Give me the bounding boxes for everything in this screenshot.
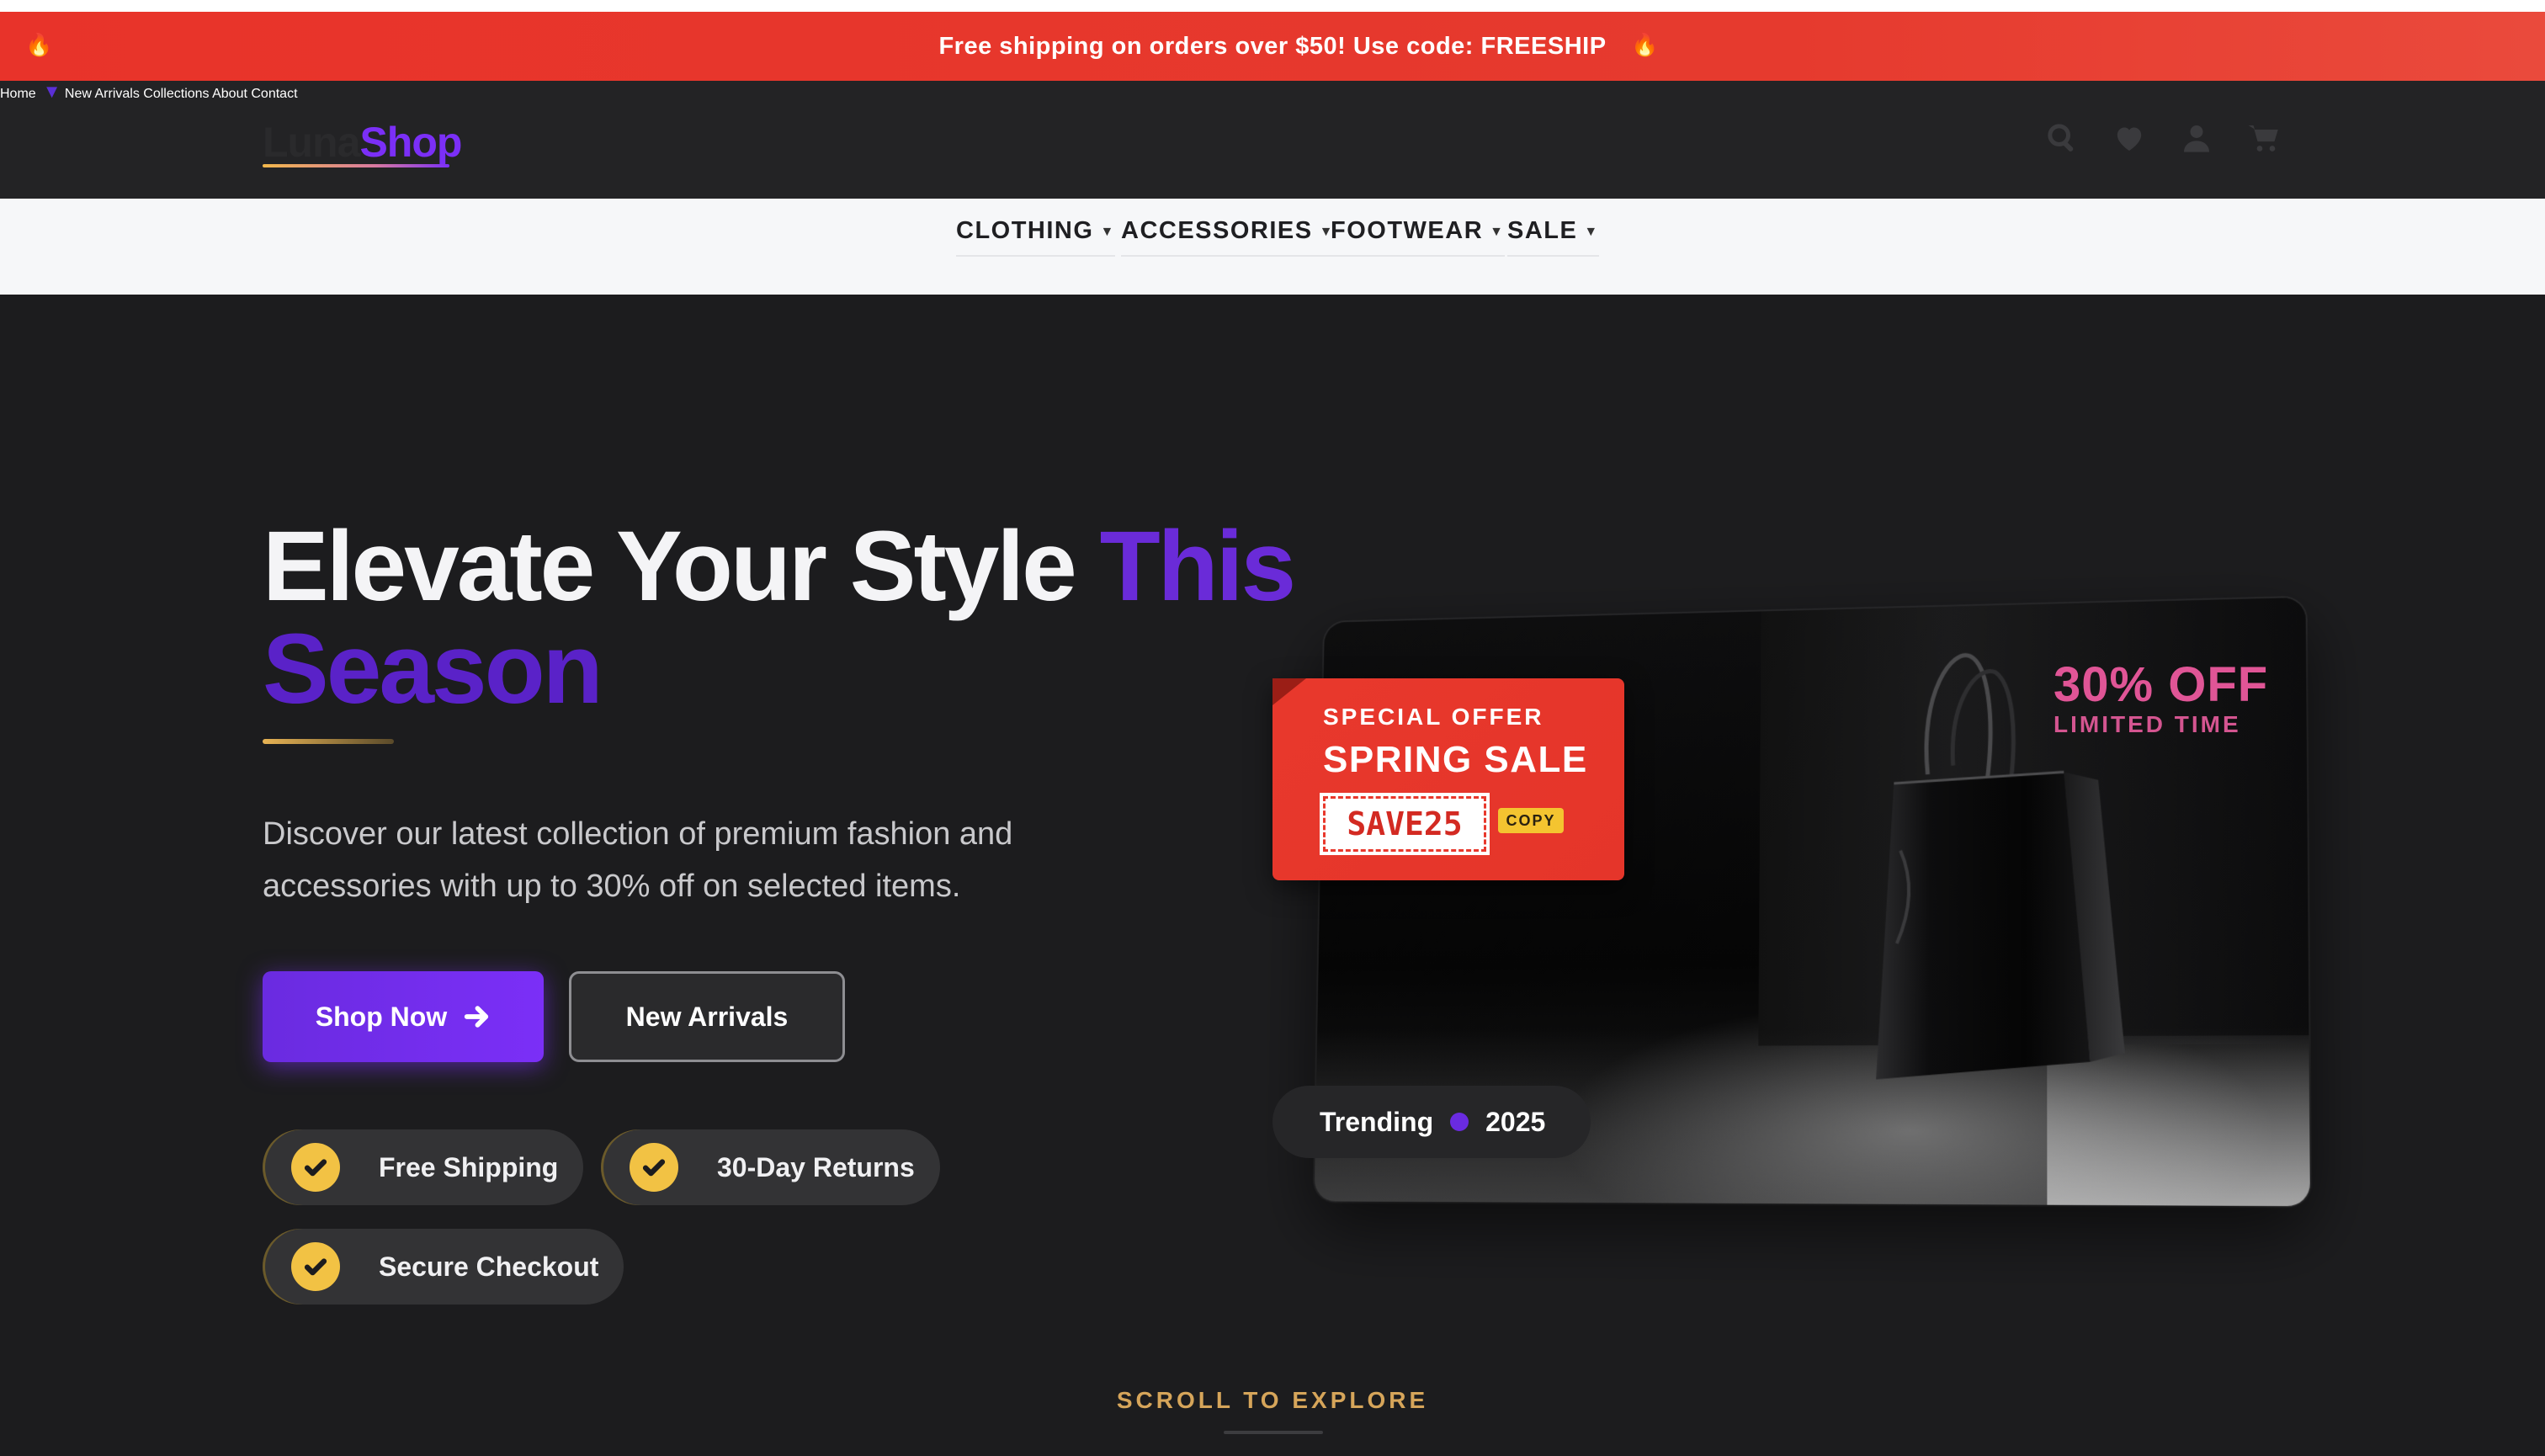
hero-description: Discover our latest collection of premiu…	[263, 816, 1013, 904]
header-navbar: LunaShop Home ▼ New Arrivals Collections …	[0, 81, 2545, 199]
feature-label: Secure Checkout	[379, 1251, 599, 1282]
arrow-right-icon	[465, 1006, 489, 1028]
category-accessories-label: ACCESSORIES	[1121, 217, 1313, 244]
chevron-down-icon: ▼	[1584, 225, 1599, 239]
flame-icon: 🔥	[25, 32, 53, 57]
main-nav: Home ▼ New Arrivals Collections About Con…	[0, 81, 2545, 103]
nav-collections[interactable]: Collections	[143, 87, 209, 101]
feature-free-shipping: Free Shipping	[263, 1129, 584, 1205]
feature-secure-checkout: Secure Checkout	[263, 1229, 624, 1305]
logo-underline	[263, 164, 449, 167]
special-offer-label: SPECIAL OFFER	[1323, 704, 1544, 730]
trending-year: 2025	[1485, 1106, 1546, 1137]
cart-icon[interactable]	[2247, 121, 2281, 155]
category-clothing[interactable]: CLOTHING ▼	[956, 217, 1115, 257]
scroll-to-explore[interactable]: SCROLL TO EXPLORE	[0, 1387, 2545, 1414]
logo-part-shop: Shop	[359, 119, 462, 166]
hero-title-accent-2: Season	[263, 614, 603, 725]
category-footwear[interactable]: FOOTWEAR ▼	[1331, 217, 1505, 257]
feature-returns: 30-Day Returns	[601, 1129, 940, 1205]
feature-label: Free Shipping	[379, 1151, 559, 1182]
scroll-indicator	[1224, 1431, 1323, 1434]
hero-title-accent: This	[1099, 511, 1297, 622]
limited-time-label: LIMITED TIME	[2054, 711, 2241, 737]
category-accessories[interactable]: ACCESSORIES ▼	[1121, 217, 1334, 257]
coupon-code: SAVE25	[1320, 793, 1490, 855]
hero-title-white: Elevate Your Style	[263, 511, 1077, 622]
nav-home-label: Home	[0, 87, 36, 101]
nav-contact[interactable]: Contact	[251, 87, 297, 101]
discount-value: 30% OFF	[2054, 657, 2269, 712]
new-arrivals-button[interactable]: New Arrivals	[569, 971, 845, 1062]
nav-new-arrivals[interactable]: New Arrivals	[65, 87, 140, 101]
check-icon	[291, 1242, 340, 1291]
logo[interactable]: LunaShop	[263, 118, 462, 167]
title-underline	[263, 739, 394, 744]
chevron-down-icon: ▼	[42, 81, 61, 102]
spring-sale-badge: SPECIAL OFFER SPRING SALE SAVE25 COPY	[1272, 678, 1624, 880]
top-strip	[0, 0, 2545, 12]
corner-fold	[1272, 678, 1306, 705]
check-icon	[291, 1143, 340, 1192]
nav-icons	[2045, 121, 2281, 155]
user-icon[interactable]	[2180, 121, 2213, 155]
check-icon	[630, 1143, 678, 1192]
chevron-down-icon: ▼	[1490, 225, 1505, 239]
search-icon[interactable]	[2045, 121, 2079, 155]
category-bar: CLOTHING ▼ ACCESSORIES ▼ FOOTWEAR ▼ SALE ▼	[0, 199, 2545, 295]
category-sale-label: SALE	[1507, 217, 1578, 244]
discount-label: 30% OFF LIMITED TIME	[2054, 656, 2268, 738]
shop-now-label: Shop Now	[315, 1001, 448, 1032]
nav-about[interactable]: About	[212, 87, 247, 101]
chevron-down-icon: ▼	[1100, 225, 1115, 239]
category-sale[interactable]: SALE ▼	[1507, 217, 1599, 257]
logo-part-luna: Luna	[263, 119, 360, 166]
category-footwear-label: FOOTWEAR	[1331, 217, 1484, 244]
feature-label: 30-Day Returns	[717, 1151, 915, 1182]
flame-icon: 🔥	[1631, 32, 1659, 57]
category-clothing-label: CLOTHING	[956, 217, 1094, 244]
promo-text: Free shipping on orders over $50! Use co…	[938, 32, 1607, 60]
sale-title: SPRING SALE	[1323, 739, 1588, 780]
heart-icon[interactable]	[2112, 121, 2146, 155]
dot-icon	[1450, 1113, 1469, 1131]
nav-home[interactable]: Home ▼	[0, 81, 61, 102]
copy-code-button[interactable]: COPY	[1498, 808, 1564, 833]
promo-banner: 🔥 Free shipping on orders over $50! Use …	[0, 12, 2545, 81]
shop-now-button[interactable]: Shop Now	[263, 971, 544, 1062]
trending-label: Trending	[1320, 1106, 1434, 1137]
trending-badge: Trending 2025	[1272, 1086, 1591, 1158]
hero-title: Elevate Your Style This Season	[263, 515, 1357, 720]
